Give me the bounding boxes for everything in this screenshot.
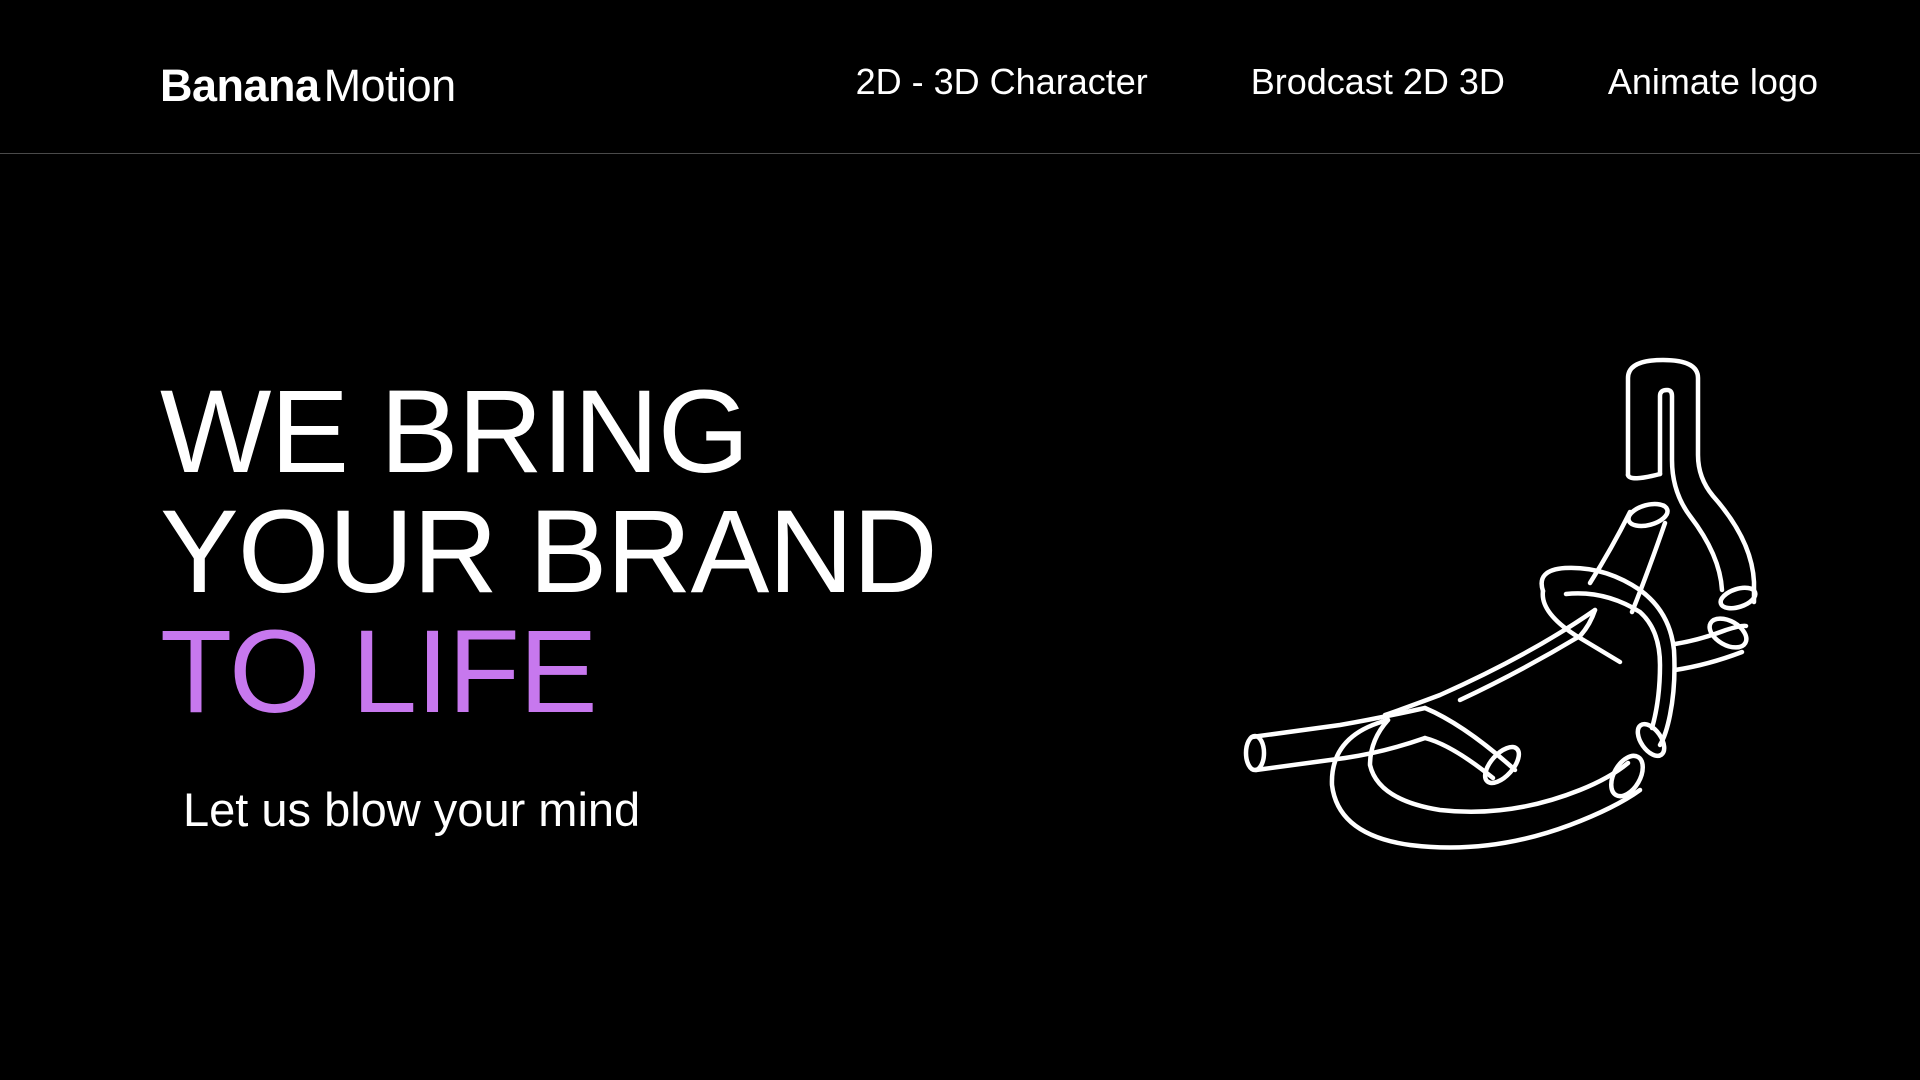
hero-title-line-1: WE BRING <box>160 366 750 498</box>
hero-title-line-2: YOUR BRAND <box>160 486 938 618</box>
nav-link-broadcast[interactable]: Brodcast 2D 3D <box>1251 60 1505 104</box>
nav-link-animate-logo[interactable]: Animate logo <box>1608 60 1818 104</box>
site-header: BananaMotion 2D - 3D Character Brodcast … <box>0 0 1920 154</box>
page: BananaMotion 2D - 3D Character Brodcast … <box>0 0 1920 1080</box>
hero-title-line-3: TO LIFE <box>160 606 598 738</box>
brand-logo[interactable]: BananaMotion <box>160 60 456 112</box>
logo-light-text: Motion <box>323 60 457 111</box>
main-nav: 2D - 3D Character Brodcast 2D 3D Animate… <box>856 60 1818 104</box>
logo-bold-text: Banana <box>160 60 320 111</box>
hero-subtitle: Let us blow your mind <box>183 783 641 836</box>
hero-title: WE BRING YOUR BRAND TO LIFE <box>160 366 938 738</box>
knotted-tube-icon <box>1243 357 1758 850</box>
nav-link-character[interactable]: 2D - 3D Character <box>856 60 1148 104</box>
